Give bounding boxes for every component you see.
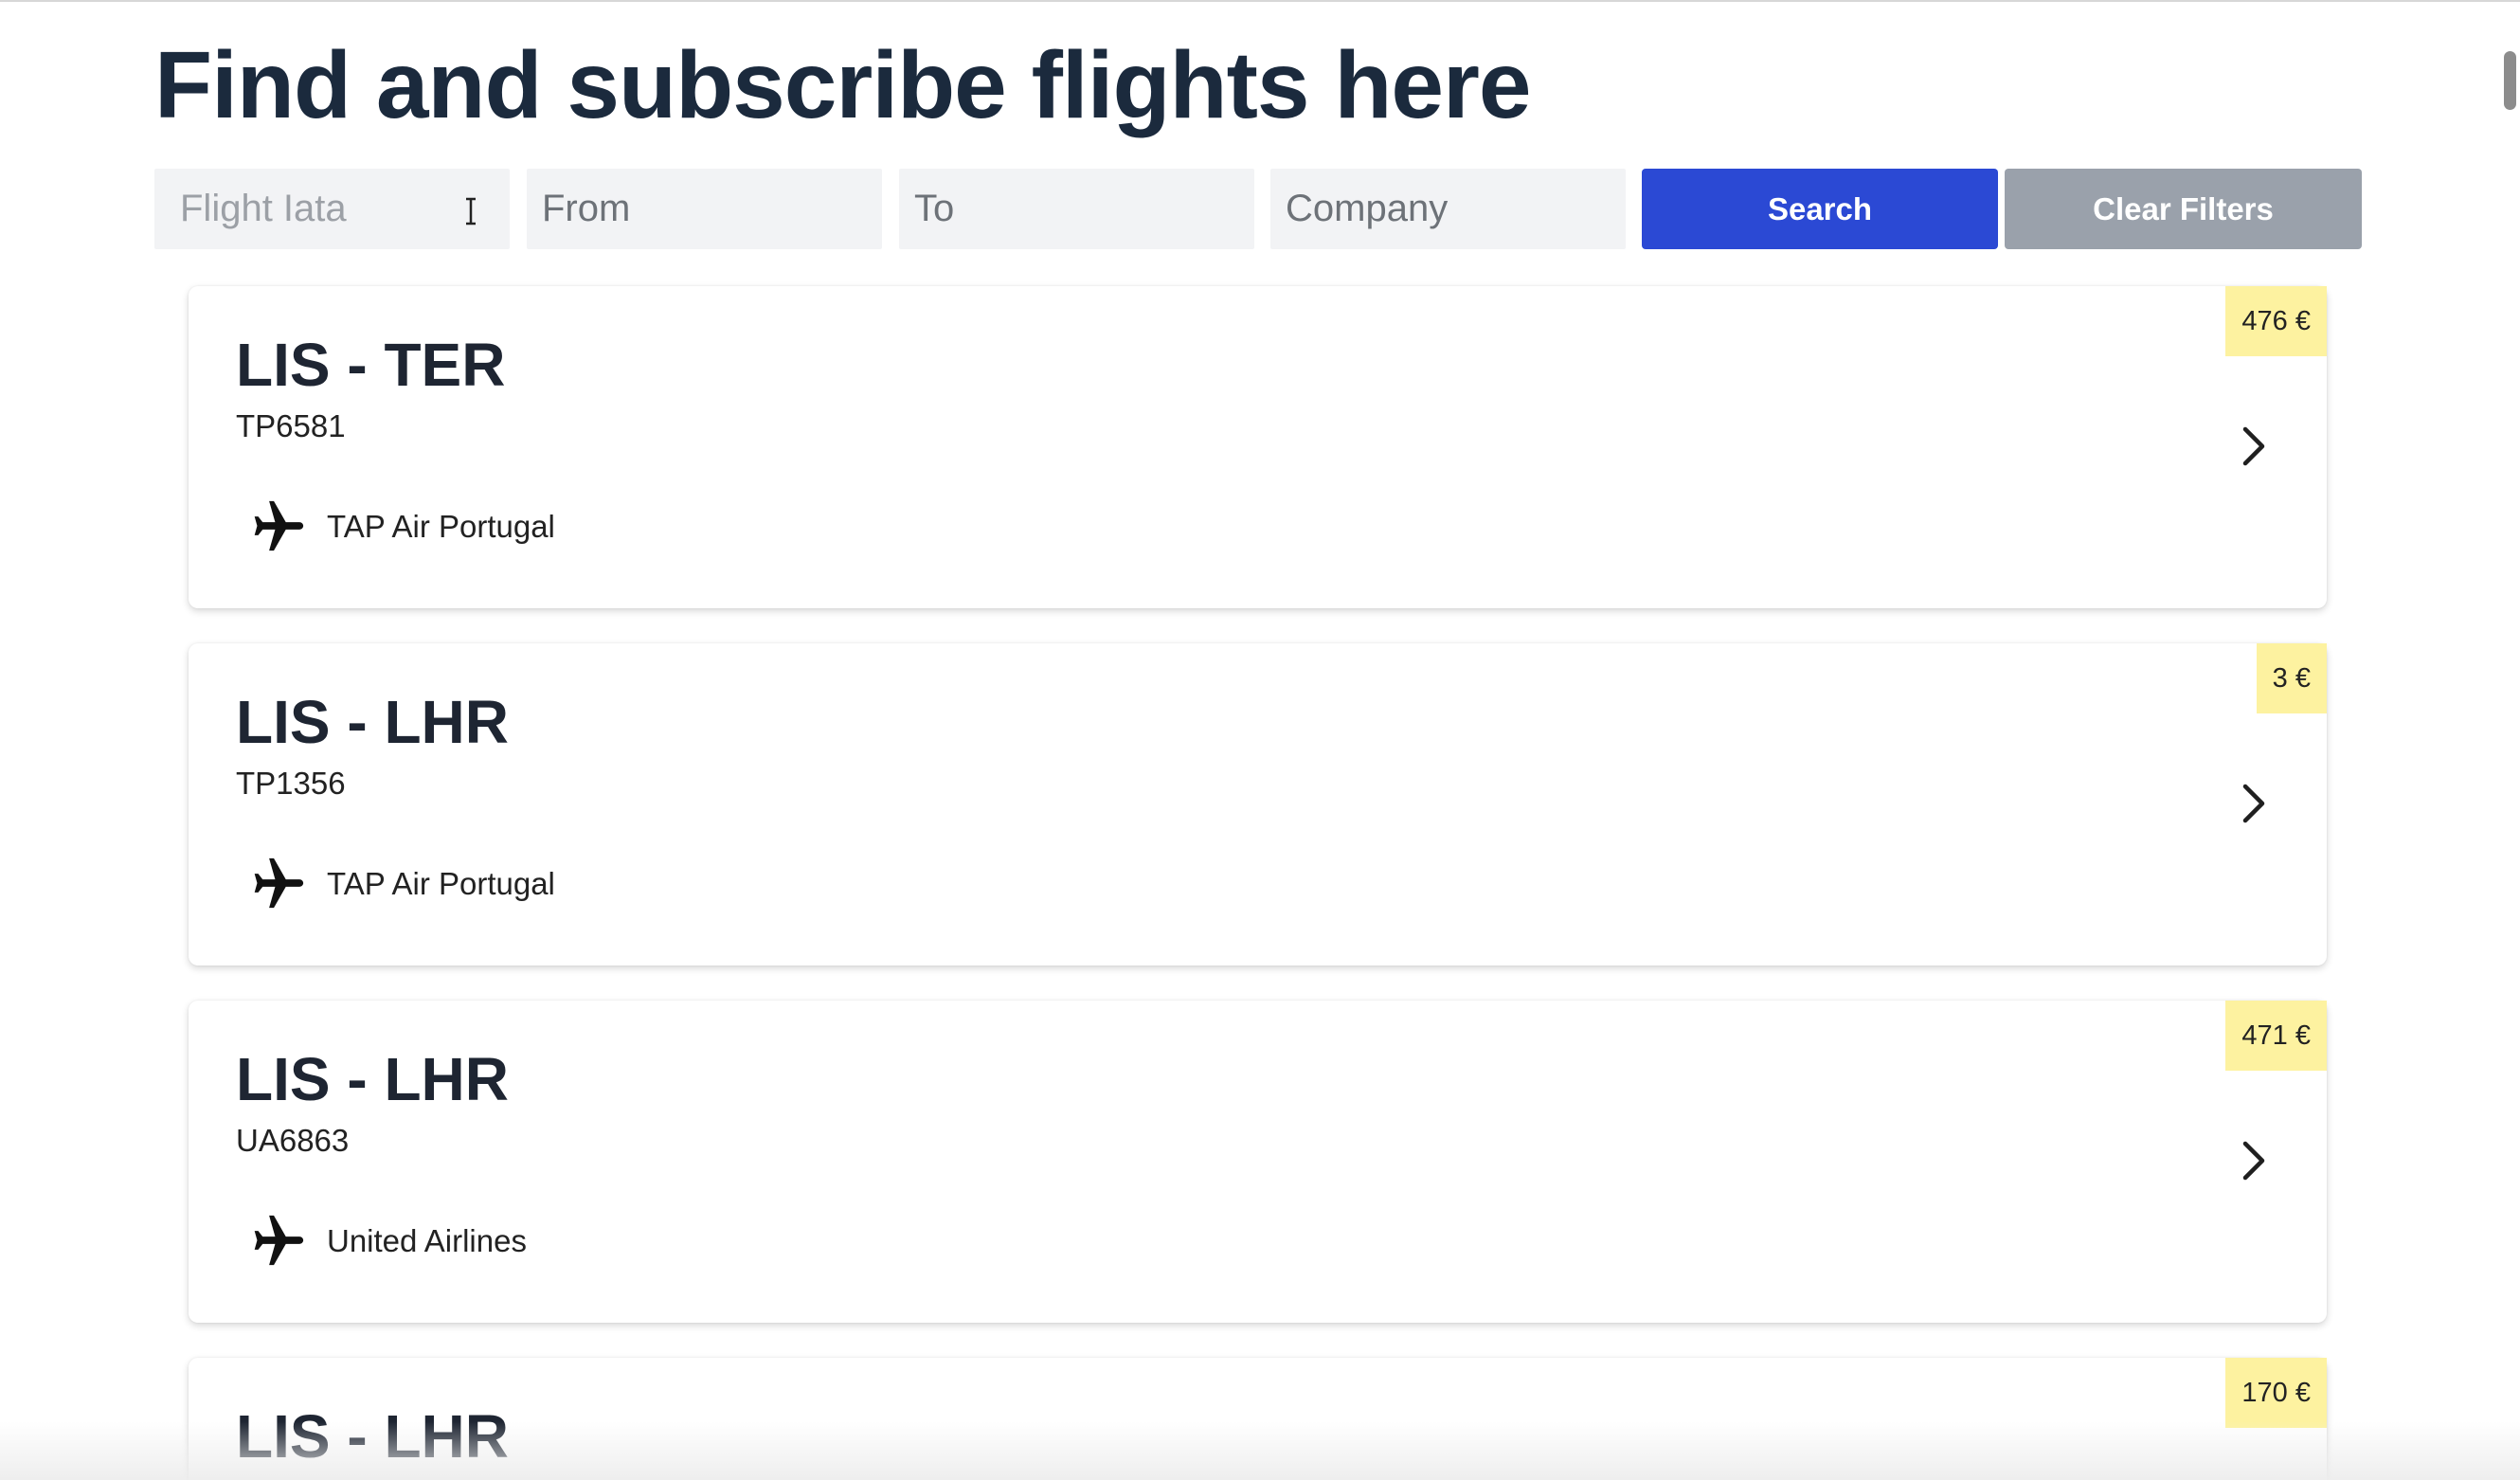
filter-bar: Search Clear Filters [154,169,2362,249]
vertical-scrollbar[interactable] [2504,51,2516,110]
search-button[interactable]: Search [1642,169,1998,249]
from-input[interactable] [527,169,882,249]
flight-code: UA6863 [236,1123,350,1158]
price-badge: 170 € [2225,1358,2327,1428]
airline-name: TAP Air Portugal [327,866,555,901]
chevron-right-icon[interactable] [2240,425,2268,467]
flight-code: TP1356 [236,766,346,801]
price-badge: 3 € [2256,643,2327,713]
airline-name: TAP Air Portugal [327,509,555,544]
flight-card[interactable]: LIS - LHR TP1356 TAP Air Portugal 3 € [189,643,2327,966]
price-badge: 471 € [2225,1001,2327,1071]
flight-card[interactable]: LIS - TER TP6581 TAP Air Portugal 476 € [189,286,2327,608]
airplane-icon [254,1215,304,1266]
flight-iata-input[interactable] [154,169,510,249]
company-input[interactable] [1270,169,1626,249]
flight-route: LIS - LHR [236,688,509,756]
airplane-icon [254,500,304,551]
airline-name: United Airlines [327,1223,527,1258]
flight-route: LIS - LHR [236,1045,509,1113]
chevron-right-icon[interactable] [2240,783,2268,824]
flight-code: TP6581 [236,408,346,443]
to-input[interactable] [899,169,1254,249]
clear-filters-button[interactable]: Clear Filters [2005,169,2362,249]
airplane-icon [254,857,304,909]
flight-card[interactable]: LIS - LHR UA6863 United Airlines 471 € [189,1001,2327,1323]
price-badge: 476 € [2225,286,2327,356]
page-title: Find and subscribe flights here [154,32,1532,138]
flight-route: LIS - TER [236,331,506,399]
flight-card[interactable]: LIS - LHR 170 € [189,1358,2327,1480]
chevron-right-icon[interactable] [2240,1140,2268,1182]
flight-route: LIS - LHR [236,1402,509,1471]
window-top-border [0,0,2520,2]
